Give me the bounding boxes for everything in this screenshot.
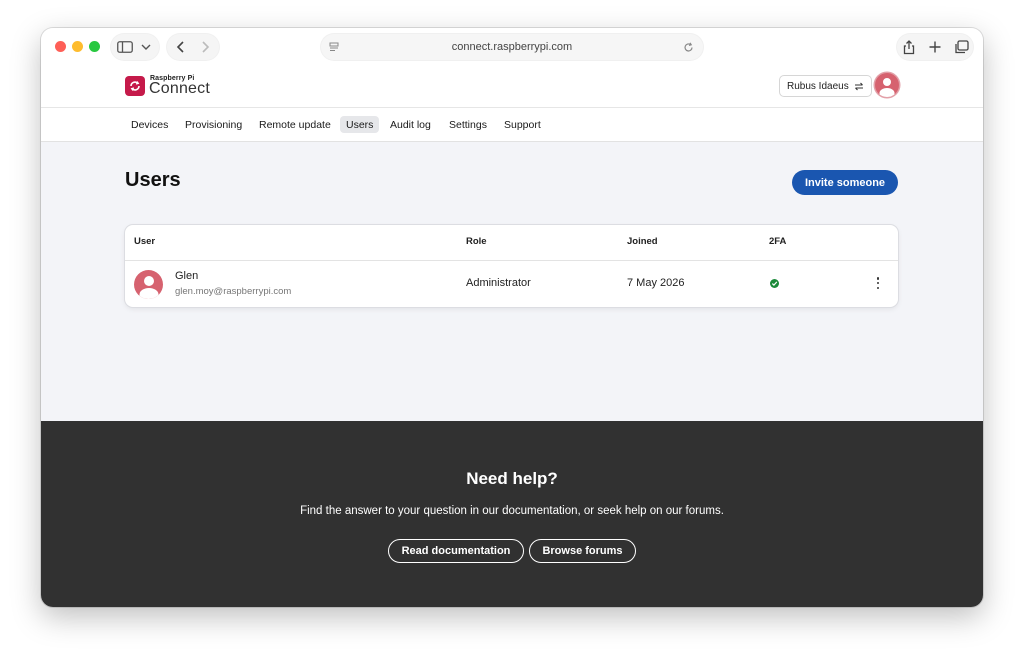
user-role: Administrator <box>466 277 531 289</box>
close-window-button[interactable] <box>55 41 66 52</box>
browse-forums-button[interactable]: Browse forums <box>529 539 636 563</box>
app-header: Raspberry Pi Connect Rubus Idaeus <box>41 66 983 107</box>
logo-product-text: Connect <box>149 80 210 97</box>
organisation-name: Rubus Idaeus <box>787 80 849 92</box>
share-icon[interactable] <box>902 39 916 55</box>
user-joined-date: 7 May 2026 <box>627 277 685 289</box>
read-documentation-button[interactable]: Read documentation <box>388 539 524 563</box>
account-avatar[interactable] <box>875 73 899 97</box>
nav-users[interactable]: Users <box>340 116 380 133</box>
page-icon <box>329 42 339 51</box>
forward-icon[interactable] <box>198 40 212 54</box>
row-actions-menu-icon[interactable] <box>872 275 884 291</box>
nav-audit-log[interactable]: Audit log <box>384 116 437 133</box>
nav-provisioning[interactable]: Provisioning <box>179 116 248 133</box>
swap-icon <box>854 82 863 90</box>
footer-title: Need help? <box>466 469 558 488</box>
history-nav <box>167 34 219 60</box>
nav-devices[interactable]: Devices <box>125 116 174 133</box>
nav-support[interactable]: Support <box>498 116 547 133</box>
users-table: User Role Joined 2FA Glen glen.moy@raspb… <box>125 225 898 307</box>
user-avatar <box>134 270 163 299</box>
browser-toolbar: connect.raspberrypi.com <box>41 28 983 66</box>
browser-window: connect.raspberrypi.com Raspberry Pi Con… <box>41 28 983 607</box>
column-header-2fa: 2FA <box>769 236 787 247</box>
raspberry-pi-logo-icon[interactable] <box>125 76 145 96</box>
help-footer: Need help? Find the answer to your quest… <box>41 421 983 607</box>
user-name: Glen <box>175 270 199 282</box>
column-header-joined: Joined <box>627 236 658 247</box>
browser-actions <box>897 34 973 60</box>
sidebar-toggle-button[interactable] <box>111 34 159 60</box>
tab-overview-icon[interactable] <box>954 40 969 54</box>
zoom-window-button[interactable] <box>89 41 100 52</box>
column-header-role: Role <box>466 236 487 247</box>
switch-organisation-button[interactable]: Rubus Idaeus <box>779 75 872 97</box>
nav-remote-update[interactable]: Remote update <box>253 116 337 133</box>
reload-icon[interactable] <box>683 42 694 53</box>
invite-someone-button[interactable]: Invite someone <box>792 170 898 195</box>
column-header-user: User <box>134 236 156 247</box>
url-text: connect.raspberrypi.com <box>451 41 573 53</box>
chevron-down-icon <box>141 44 151 50</box>
table-header: User Role Joined 2FA <box>125 225 898 261</box>
back-icon[interactable] <box>174 40 188 54</box>
main-nav: Devices Provisioning Remote update Users… <box>41 107 983 142</box>
page-title: Users <box>125 169 181 191</box>
2fa-enabled-icon <box>770 279 779 288</box>
footer-description: Find the answer to your question in our … <box>300 505 724 517</box>
user-email: glen.moy@raspberrypi.com <box>175 286 292 297</box>
nav-settings[interactable]: Settings <box>443 116 493 133</box>
minimize-window-button[interactable] <box>72 41 83 52</box>
sidebar-icon <box>117 41 133 53</box>
address-bar[interactable]: connect.raspberrypi.com <box>321 34 703 60</box>
new-tab-icon[interactable] <box>928 40 942 54</box>
